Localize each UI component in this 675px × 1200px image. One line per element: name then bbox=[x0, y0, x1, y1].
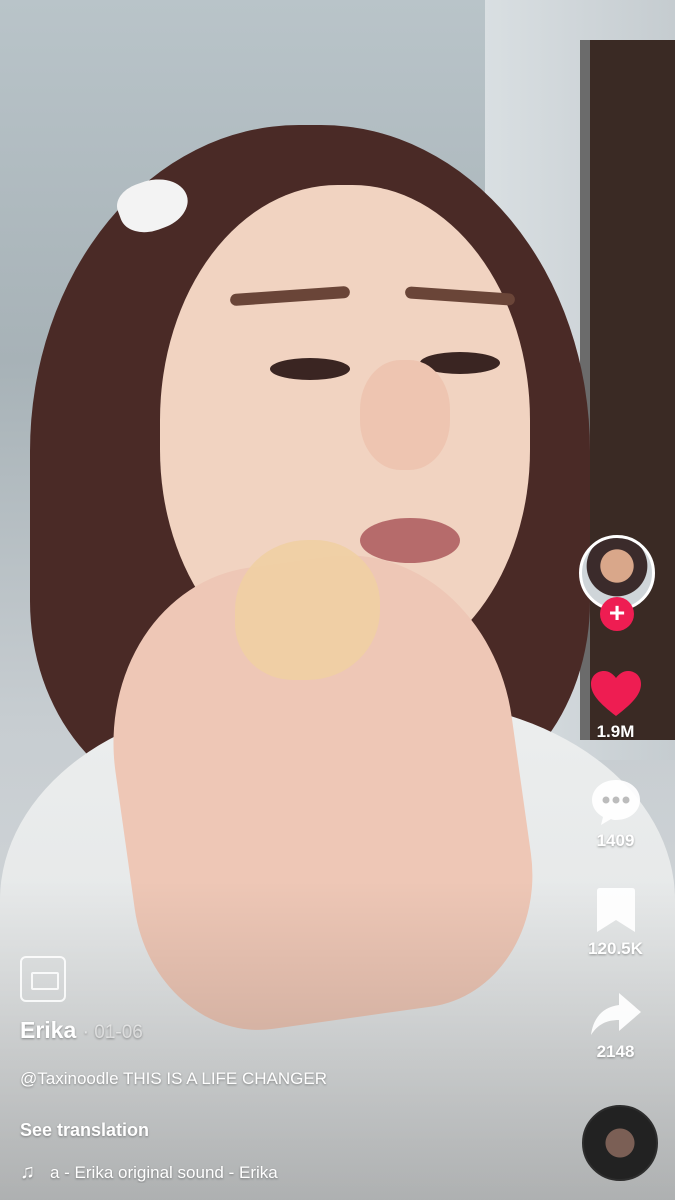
heart-icon[interactable] bbox=[589, 670, 643, 718]
video-info: Erika · 01-06 @Taxinoodle THIS IS A LIFE… bbox=[20, 1015, 540, 1184]
captions-icon[interactable] bbox=[20, 956, 66, 1002]
see-translation-link[interactable]: See translation bbox=[20, 1120, 540, 1141]
save-count: 120.5K bbox=[588, 939, 643, 958]
post-date: · 01-06 bbox=[82, 1022, 143, 1043]
left-eye bbox=[270, 358, 350, 380]
comment-bubble-icon[interactable] bbox=[589, 777, 643, 827]
music-disc-icon[interactable] bbox=[582, 1105, 658, 1181]
follow-button[interactable]: + bbox=[600, 597, 634, 631]
background-door bbox=[580, 40, 675, 740]
like-count: 1.9M bbox=[596, 722, 635, 741]
author-row: Erika · 01-06 bbox=[20, 1015, 540, 1048]
comment-action[interactable]: 1409 bbox=[568, 777, 663, 851]
author-name[interactable]: Erika bbox=[20, 1017, 76, 1043]
music-row[interactable]: ♫ a - Erika original sound - Erika bbox=[20, 1161, 540, 1184]
music-note-icon: ♫ bbox=[20, 1161, 35, 1183]
like-action[interactable]: 1.9M bbox=[568, 670, 663, 742]
save-action[interactable]: 120.5K bbox=[568, 885, 663, 959]
share-count: 2148 bbox=[596, 1042, 635, 1061]
creator-avatar-wrap[interactable]: + bbox=[579, 535, 655, 631]
makeup-sponge bbox=[235, 540, 380, 680]
bookmark-icon[interactable] bbox=[594, 885, 638, 935]
video-description: @Taxinoodle THIS IS A LIFE CHANGER bbox=[20, 1069, 328, 1088]
music-title[interactable]: a - Erika original sound - Erika bbox=[50, 1163, 345, 1183]
person-nose bbox=[360, 360, 450, 470]
comment-count: 1409 bbox=[596, 831, 635, 850]
person-mouth bbox=[360, 518, 460, 563]
share-arrow-icon[interactable] bbox=[589, 990, 643, 1038]
share-action[interactable]: 2148 bbox=[568, 990, 663, 1062]
